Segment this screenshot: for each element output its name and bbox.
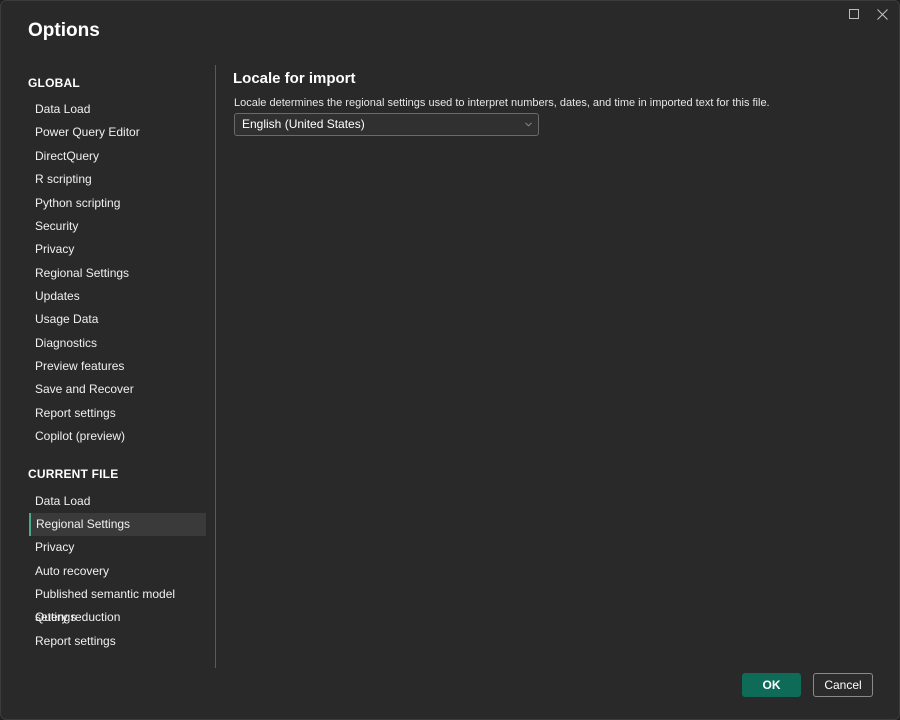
sidebar-item-power-query-editor[interactable]: Power Query Editor bbox=[29, 121, 206, 144]
sidebar-item-file-privacy[interactable]: Privacy bbox=[29, 536, 206, 559]
sidebar-item-file-report-settings[interactable]: Report settings bbox=[29, 630, 206, 653]
sidebar-item-global-data-load[interactable]: Data Load bbox=[29, 98, 206, 121]
section-description: Locale determines the regional settings … bbox=[234, 97, 770, 109]
sidebar-item-auto-recovery[interactable]: Auto recovery bbox=[29, 560, 206, 583]
current-file-section-heading: CURRENT FILE bbox=[28, 467, 119, 481]
sidebar-item-directquery[interactable]: DirectQuery bbox=[29, 145, 206, 168]
sidebar-item-file-data-load[interactable]: Data Load bbox=[29, 490, 206, 513]
dialog-title: Options bbox=[28, 20, 100, 41]
sidebar-item-updates[interactable]: Updates bbox=[29, 285, 206, 308]
cancel-button[interactable]: Cancel bbox=[813, 673, 873, 697]
sidebar-item-copilot-preview[interactable]: Copilot (preview) bbox=[29, 425, 206, 448]
sidebar-item-security[interactable]: Security bbox=[29, 215, 206, 238]
close-icon bbox=[876, 8, 888, 20]
maximize-button[interactable] bbox=[847, 7, 861, 21]
sidebar-item-r-scripting[interactable]: R scripting bbox=[29, 168, 206, 191]
sidebar-item-python-scripting[interactable]: Python scripting bbox=[29, 192, 206, 215]
global-section-heading: GLOBAL bbox=[28, 76, 80, 90]
sidebar-item-global-report-settings[interactable]: Report settings bbox=[29, 402, 206, 425]
sidebar-item-usage-data[interactable]: Usage Data bbox=[29, 308, 206, 331]
chevron-down-icon bbox=[525, 122, 532, 127]
options-sidebar: GLOBAL Data Load Power Query Editor Dire… bbox=[1, 65, 216, 668]
sidebar-item-global-regional-settings[interactable]: Regional Settings bbox=[29, 262, 206, 285]
maximize-icon bbox=[849, 9, 859, 19]
options-dialog: Options GLOBAL Data Load Power Query Edi… bbox=[0, 0, 900, 720]
window-controls bbox=[847, 7, 889, 21]
sidebar-item-query-reduction[interactable]: Query reduction bbox=[29, 606, 206, 629]
sidebar-item-preview-features[interactable]: Preview features bbox=[29, 355, 206, 378]
sidebar-item-published-semantic-model-settings[interactable]: Published semantic model settings bbox=[29, 583, 206, 624]
close-button[interactable] bbox=[875, 7, 889, 21]
sidebar-item-diagnostics[interactable]: Diagnostics bbox=[29, 332, 206, 355]
locale-select-value: English (United States) bbox=[242, 117, 365, 131]
locale-select[interactable]: English (United States) bbox=[234, 113, 539, 136]
section-title: Locale for import bbox=[233, 70, 356, 87]
ok-button[interactable]: OK bbox=[742, 673, 801, 697]
sidebar-item-global-privacy[interactable]: Privacy bbox=[29, 238, 206, 261]
sidebar-item-file-regional-settings[interactable]: Regional Settings bbox=[29, 513, 206, 536]
sidebar-item-save-and-recover[interactable]: Save and Recover bbox=[29, 378, 206, 401]
